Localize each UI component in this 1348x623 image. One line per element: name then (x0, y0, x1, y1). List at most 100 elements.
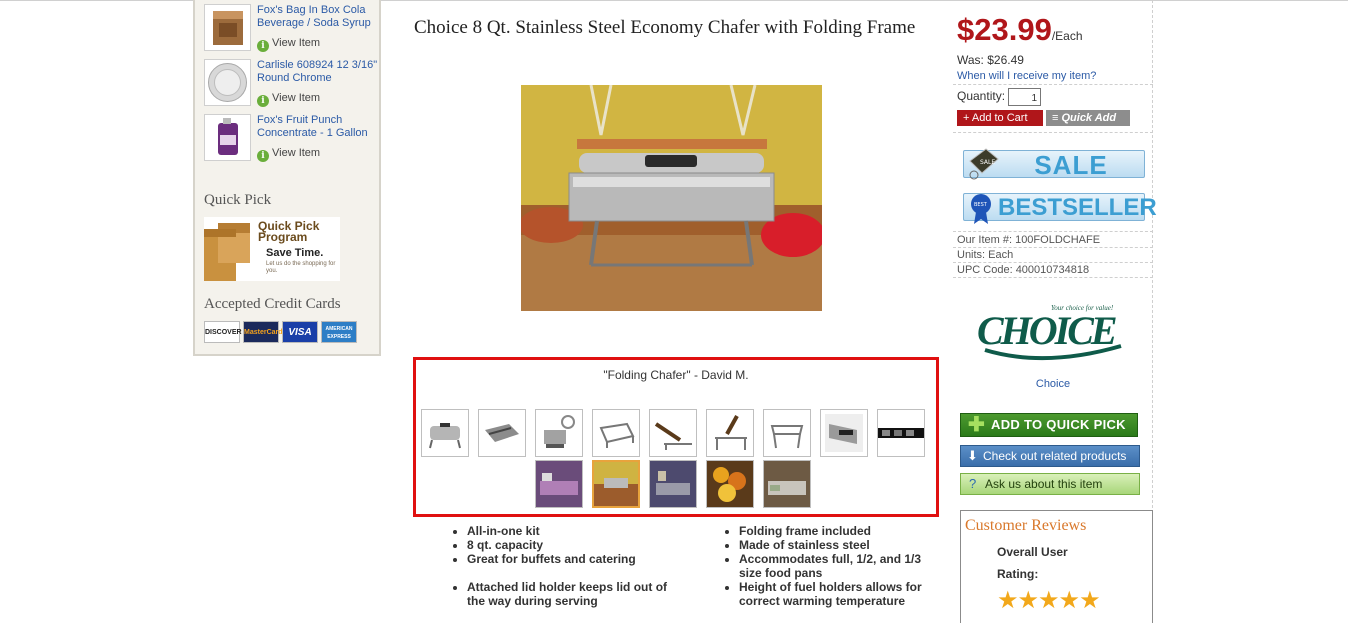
recently-viewed-item[interactable]: Fox's Bag In Box Cola Beverage / Soda Sy… (204, 4, 379, 56)
svg-text:SALE: SALE (980, 159, 995, 166)
credit-cards-heading: Accepted Credit Cards (204, 296, 341, 312)
quantity-label: Quantity: (957, 89, 1006, 103)
view-item-label[interactable]: View Item (272, 147, 320, 159)
product-thumbnail[interactable] (204, 4, 251, 51)
gallery-thumbnail-selected[interactable] (592, 460, 640, 508)
view-item-label[interactable]: View Item (272, 92, 320, 104)
divider (953, 262, 1153, 263)
divider (953, 277, 1153, 278)
price-unit: /Each (1051, 29, 1083, 43)
recently-viewed-item[interactable]: Carlisle 608924 12 3/16" Round Chrome iV… (204, 59, 379, 111)
gallery-thumbnail[interactable] (706, 460, 754, 508)
was-price: Was: $26.49 (957, 53, 1024, 67)
plus-icon: ✚ (968, 414, 986, 436)
overall-rating-label: Overall User (997, 545, 1068, 559)
gallery-thumbnail[interactable] (535, 460, 583, 508)
feature-item: Folding frame included (739, 524, 935, 538)
feature-item: Accommodates full, 1/2, and 1/3 size foo… (739, 552, 935, 580)
svg-text:BEST: BEST (974, 202, 988, 208)
quick-pick-subtitle: Save Time. (266, 247, 324, 259)
price: $23.99/Each (957, 12, 1083, 48)
view-item-link[interactable]: i View Item (257, 92, 320, 107)
visa-logo: VISA (282, 321, 318, 343)
feature-item: Height of fuel holders allows for correc… (739, 580, 935, 608)
product-thumbnail[interactable] (204, 114, 251, 161)
quick-pick-banner[interactable]: Quick Pick Program Save Time. Let us do … (204, 217, 340, 281)
info-icon: i (257, 40, 269, 52)
brand-link[interactable]: Choice (953, 378, 1153, 390)
quick-add-label: Quick Add (1061, 112, 1117, 124)
gallery-thumbnail[interactable] (592, 409, 640, 457)
divider (953, 84, 1153, 85)
quick-pick-heading: Quick Pick (204, 192, 272, 208)
add-to-quick-pick-button[interactable]: ✚ ADD TO QUICK PICK (960, 413, 1138, 437)
customer-reviews-box: Customer Reviews Overall User Rating: ★★… (960, 510, 1153, 623)
down-arrow-icon: ⬇ (967, 448, 978, 463)
image-gallery: "Folding Chafer" - David M. (413, 357, 939, 517)
gallery-thumbnail[interactable] (649, 460, 697, 508)
gallery-thumbnail[interactable] (649, 409, 697, 457)
ask-question-button[interactable]: ? Ask us about this item (960, 473, 1140, 495)
info-icon: i (257, 150, 269, 162)
gallery-thumbnail[interactable] (478, 409, 526, 457)
feature-list-left: All-in-one kit 8 qt. capacity Great for … (453, 524, 693, 608)
sale-tag-icon: SALE (969, 148, 999, 180)
gallery-thumbnail[interactable] (877, 409, 925, 457)
feature-item: Great for buffets and catering (467, 552, 693, 566)
gallery-thumbnail[interactable] (706, 409, 754, 457)
product-thumbnail[interactable] (204, 59, 251, 106)
divider (953, 231, 1153, 232)
related-products-button[interactable]: ⬇ Check out related products (960, 445, 1140, 467)
feature-item: All-in-one kit (467, 524, 693, 538)
quick-pick-title: Quick Pick Program (258, 219, 320, 244)
discover-logo: DISCOVER (204, 321, 242, 343)
plus-icon: + (963, 112, 972, 124)
feature-item: Attached lid holder keeps lid out of the… (467, 580, 667, 608)
star-rating: ★★★★★ (997, 587, 1101, 614)
feature-list-right: Folding frame included Made of stainless… (725, 524, 935, 608)
sale-badge-text: SALE (1034, 150, 1108, 180)
recently-viewed-title[interactable]: Fox's Bag In Box Cola Beverage / Soda Sy… (257, 4, 379, 30)
feature-item: 8 qt. capacity (467, 538, 693, 552)
related-products-label: Check out related products (983, 449, 1127, 463)
view-item-label[interactable]: View Item (272, 37, 320, 49)
divider (953, 132, 1153, 133)
brand-logo[interactable]: Your choice for value! CHOICE (975, 290, 1125, 370)
recently-viewed-title[interactable]: Carlisle 608924 12 3/16" Round Chrome (257, 59, 379, 85)
view-item-link[interactable]: i View Item (257, 147, 320, 162)
mastercard-logo: MasterCard (243, 321, 283, 343)
quick-add-button[interactable]: ≡ Quick Add (1046, 110, 1130, 126)
add-to-cart-button[interactable]: + Add to Cart (957, 110, 1043, 126)
quantity-input[interactable]: 1 (1008, 88, 1041, 106)
add-to-quick-pick-label: ADD TO QUICK PICK (991, 417, 1126, 432)
price-value: $23.99 (957, 12, 1052, 47)
gallery-thumbnail[interactable] (535, 409, 583, 457)
question-icon: ? (969, 476, 977, 491)
ask-question-label: Ask us about this item (985, 477, 1103, 491)
divider (953, 247, 1153, 248)
ribbon-icon: BEST (971, 194, 991, 224)
item-number: Our Item #: 100FOLDCHAFE (957, 234, 1101, 246)
bestseller-badge: BEST BESTSELLER (963, 193, 1157, 224)
left-sidebar: Fox's Bag In Box Cola Beverage / Soda Sy… (193, 0, 381, 356)
rating-label: Rating: (997, 567, 1039, 581)
main-product-image[interactable] (521, 85, 822, 311)
gallery-caption: "Folding Chafer" - David M. (603, 368, 749, 382)
purchase-panel: $23.99/Each Was: $26.49 When will I rece… (953, 0, 1157, 623)
amex-logo: AMERICAN EXPRESS (321, 321, 357, 343)
view-item-link[interactable]: i View Item (257, 37, 320, 52)
bestseller-badge-text: BESTSELLER (998, 194, 1157, 221)
recently-viewed-item[interactable]: Fox's Fruit Punch Concentrate - 1 Gallon… (204, 114, 379, 166)
gallery-thumbnail[interactable] (421, 409, 469, 457)
recently-viewed-title[interactable]: Fox's Fruit Punch Concentrate - 1 Gallon (257, 114, 379, 140)
product-title: Choice 8 Qt. Stainless Steel Economy Cha… (414, 17, 916, 38)
gallery-thumbnail[interactable] (820, 409, 868, 457)
delivery-estimate-link[interactable]: When will I receive my item? (957, 70, 1096, 82)
upc-code: UPC Code: 400010734818 (957, 264, 1090, 276)
quick-pick-tagline: Let us do the shopping for you. (266, 261, 336, 274)
add-to-cart-label: Add to Cart (971, 112, 1028, 124)
box-icon (204, 223, 250, 281)
svg-text:CHOICE: CHOICE (977, 308, 1116, 353)
gallery-thumbnail[interactable] (763, 460, 811, 508)
gallery-thumbnail[interactable] (763, 409, 811, 457)
